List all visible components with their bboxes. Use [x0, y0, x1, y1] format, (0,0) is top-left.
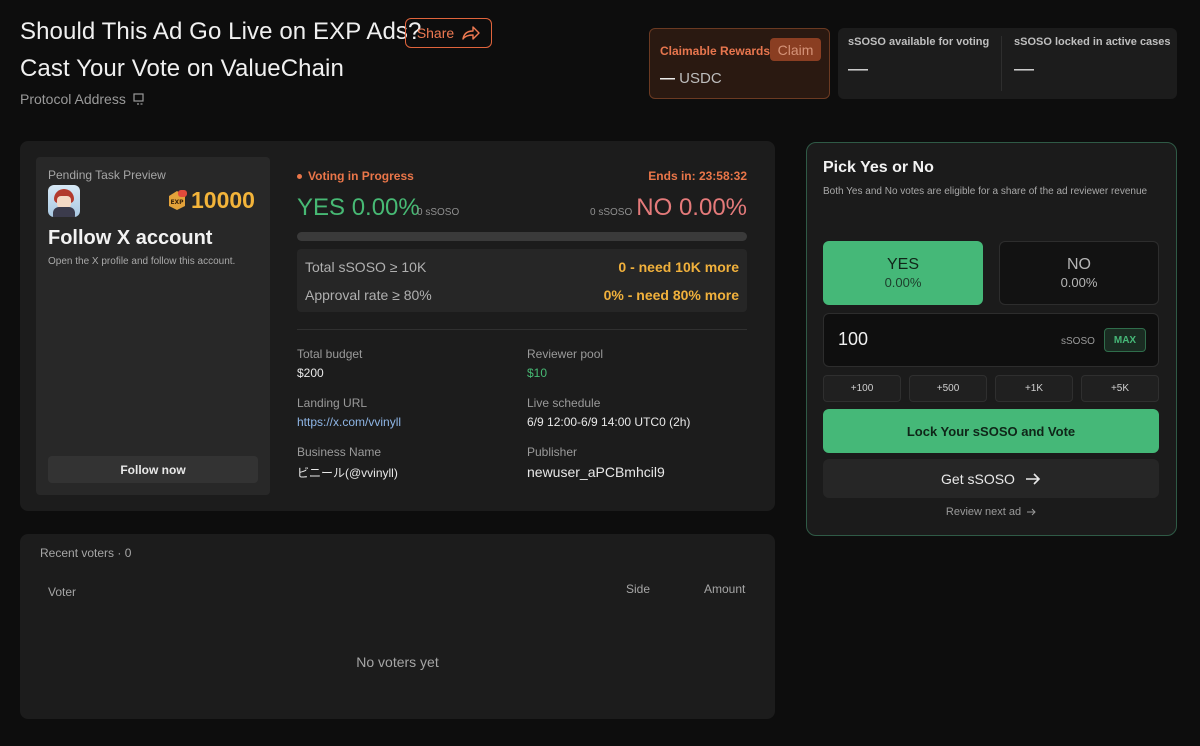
stats-divider	[1001, 36, 1002, 91]
preview-title: Pending Task Preview	[48, 168, 166, 182]
ad-details-card: Pending Task Preview EXP 10000 Follow X …	[20, 141, 775, 511]
total-budget-label: Total budget	[297, 347, 363, 361]
arrow-right-icon	[1025, 472, 1041, 485]
live-schedule-label: Live schedule	[527, 396, 601, 410]
requirements-box: Total sSOSO ≥ 10K 0 - need 10K more Appr…	[297, 249, 747, 312]
vote-no-percentage: 0.00%	[1060, 275, 1098, 290]
rewards-value: — USDC	[660, 70, 722, 87]
task-preview: Pending Task Preview EXP 10000 Follow X …	[36, 157, 270, 495]
recent-voters-title: Recent voters · 0	[40, 546, 132, 560]
follow-now-button[interactable]: Follow now	[48, 456, 258, 483]
max-button[interactable]: MAX	[1104, 328, 1146, 352]
review-next-ad-label: Review next ad	[945, 506, 1022, 518]
reviewer-pool-value: $10	[527, 366, 548, 380]
divider	[297, 329, 747, 330]
business-name-value: ビニール(@vvinyll)	[297, 466, 398, 480]
available-label: sSOSO available for voting	[848, 36, 990, 48]
vote-panel-title: Pick Yes or No	[823, 159, 934, 176]
ssoso-stats-card: sSOSO available for voting — sSOSO locke…	[838, 28, 1177, 99]
no-percentage: NO 0.00%	[636, 194, 747, 221]
column-voter: Voter	[48, 585, 77, 599]
chip-plus-5k[interactable]: +5K	[1081, 375, 1159, 402]
copy-icon	[133, 93, 144, 105]
rewards-dash: —	[660, 70, 675, 87]
voting-status-label: Voting in Progress	[308, 169, 414, 183]
share-button[interactable]: Share	[405, 18, 492, 48]
requirement-approval-status: 0% - need 80% more	[603, 287, 739, 303]
exp-badge-text: EXP	[170, 199, 184, 206]
requirement-approval-label: Approval rate ≥ 80%	[305, 287, 432, 303]
requirement-total-label: Total sSOSO ≥ 10K	[305, 259, 427, 275]
locked-value: —	[1014, 58, 1034, 80]
landing-url-link[interactable]: https://x.com/vvinyll	[297, 415, 401, 429]
vote-panel: Pick Yes or No Both Yes and No votes are…	[806, 142, 1177, 536]
get-ssoso-button[interactable]: Get sSOSO	[823, 459, 1159, 498]
arrow-right-small-icon	[1027, 508, 1036, 516]
column-amount: Amount	[704, 582, 746, 596]
publisher-label: Publisher	[527, 445, 578, 459]
landing-url-label: Landing URL	[297, 396, 368, 410]
amount-input[interactable]	[838, 329, 1038, 350]
lock-and-vote-button[interactable]: Lock Your sSOSO and Vote	[823, 409, 1159, 453]
business-name-label: Business Name	[297, 445, 382, 459]
total-budget-value: $200	[297, 366, 324, 380]
publisher-value: newuser_aPCBmhcil9	[527, 464, 665, 480]
share-icon	[462, 26, 480, 40]
page-subtitle: Cast Your Vote on ValueChain	[20, 55, 344, 82]
locked-label: sSOSO locked in active cases	[1014, 36, 1171, 48]
column-side: Side	[626, 582, 651, 596]
yes-amount: 0 sSOSO	[417, 207, 460, 218]
countdown: Ends in: 23:58:32	[648, 169, 747, 183]
vote-panel-description: Both Yes and No votes are eligible for a…	[823, 186, 1148, 197]
vote-no-option[interactable]: NO 0.00%	[999, 241, 1159, 305]
vote-yes-option[interactable]: YES 0.00%	[823, 241, 983, 305]
chip-plus-1k[interactable]: +1K	[995, 375, 1073, 402]
page-title: Should This Ad Go Live on EXP Ads?	[20, 18, 422, 45]
empty-state: No voters yet	[356, 654, 439, 670]
review-next-ad-link[interactable]: Review next ad	[807, 506, 1176, 518]
exp-badge-icon: EXP	[169, 190, 187, 210]
requirement-total-status: 0 - need 10K more	[618, 259, 739, 275]
live-schedule-value: 6/9 12:00-6/9 14:00 UTC0 (2h)	[527, 415, 691, 429]
available-value: —	[848, 58, 868, 80]
recent-voters-card: Recent voters · 0 Voter Side Amount No v…	[20, 534, 775, 719]
vote-progress-bar	[297, 232, 747, 241]
task-description: Open the X profile and follow this accou…	[48, 256, 236, 267]
vote-no-label: NO	[1067, 256, 1091, 273]
status-dot	[297, 173, 302, 179]
get-ssoso-label: Get sSOSO	[941, 470, 1015, 487]
share-label: Share	[416, 25, 455, 41]
claim-button[interactable]: Claim	[770, 38, 821, 61]
no-amount: 0 sSOSO	[590, 207, 633, 218]
claimable-rewards-card: Claimable Rewards Claim — USDC	[649, 28, 830, 99]
amount-field: sSOSO MAX	[823, 313, 1159, 367]
reviewer-pool-label: Reviewer pool	[527, 347, 604, 361]
protocol-address-link[interactable]: Protocol Address	[20, 91, 146, 107]
claimable-rewards-label: Claimable Rewards	[660, 44, 771, 58]
task-heading: Follow X account	[48, 227, 213, 249]
chip-plus-500[interactable]: +500	[909, 375, 987, 402]
protocol-address-label: Protocol Address	[20, 91, 126, 107]
reward-points: 10000	[191, 187, 255, 213]
chip-plus-100[interactable]: +100	[823, 375, 901, 402]
vote-yes-label: YES	[886, 256, 919, 273]
yes-percentage: YES 0.00%	[297, 194, 420, 221]
amount-unit: sSOSO	[1061, 336, 1095, 347]
vote-yes-percentage: 0.00%	[884, 275, 922, 290]
quick-amount-chips: +100 +500 +1K +5K	[823, 375, 1159, 403]
avatar	[48, 185, 80, 217]
voting-status: Voting in Progress	[297, 169, 414, 183]
rewards-unit: USDC	[679, 70, 722, 87]
